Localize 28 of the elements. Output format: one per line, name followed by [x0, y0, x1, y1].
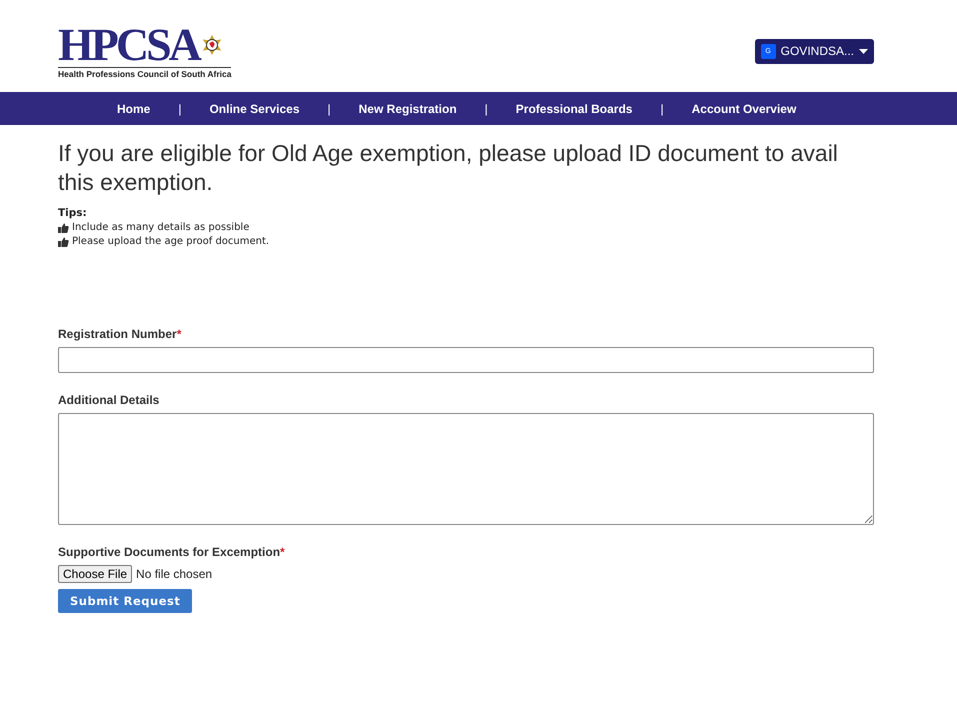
page-heading: If you are eligible for Old Age exemption, please upload ID document to avail this exemption.: [58, 139, 839, 197]
text-area[interactable]: [58, 413, 874, 525]
nav-link[interactable]: New Registration: [358, 102, 457, 116]
caret-icon: [859, 48, 868, 54]
field-label: Additional Details: [58, 393, 160, 407]
submit-button[interactable]: Submit Request: [58, 589, 192, 613]
thumbs-up-icon: [58, 236, 69, 246]
logo-subtitle: Health Professions Council of South Africa: [58, 67, 232, 79]
input-field[interactable]: [58, 347, 874, 373]
emblem-icon: [200, 34, 223, 56]
logo-text: HPCSA: [58, 23, 199, 67]
nav-separator: |: [484, 102, 488, 116]
nav-link[interactable]: Professional Boards: [516, 102, 632, 116]
nav-link[interactable]: Home: [117, 102, 150, 116]
nav-separator: |: [328, 102, 331, 116]
thumbs-up-icon: [58, 222, 69, 232]
nav-link[interactable]: Account Overview: [692, 102, 796, 116]
file-status: No file chosen: [136, 567, 212, 581]
tip-text: Include as many details as possible: [72, 222, 250, 233]
tips-title: Tips:: [58, 207, 88, 219]
field-label: Supportive Documents for Excemption*: [58, 545, 286, 559]
choose-file-button[interactable]: Choose File: [58, 565, 132, 583]
tip-text: Please upload the age proof document.: [72, 236, 270, 247]
nav-link[interactable]: Online Services: [209, 102, 300, 116]
nav-separator: |: [178, 102, 182, 116]
user-name: GOVINDSA...: [780, 44, 854, 58]
field-label: Registration Number*: [58, 327, 182, 341]
nav-separator: |: [660, 102, 664, 116]
